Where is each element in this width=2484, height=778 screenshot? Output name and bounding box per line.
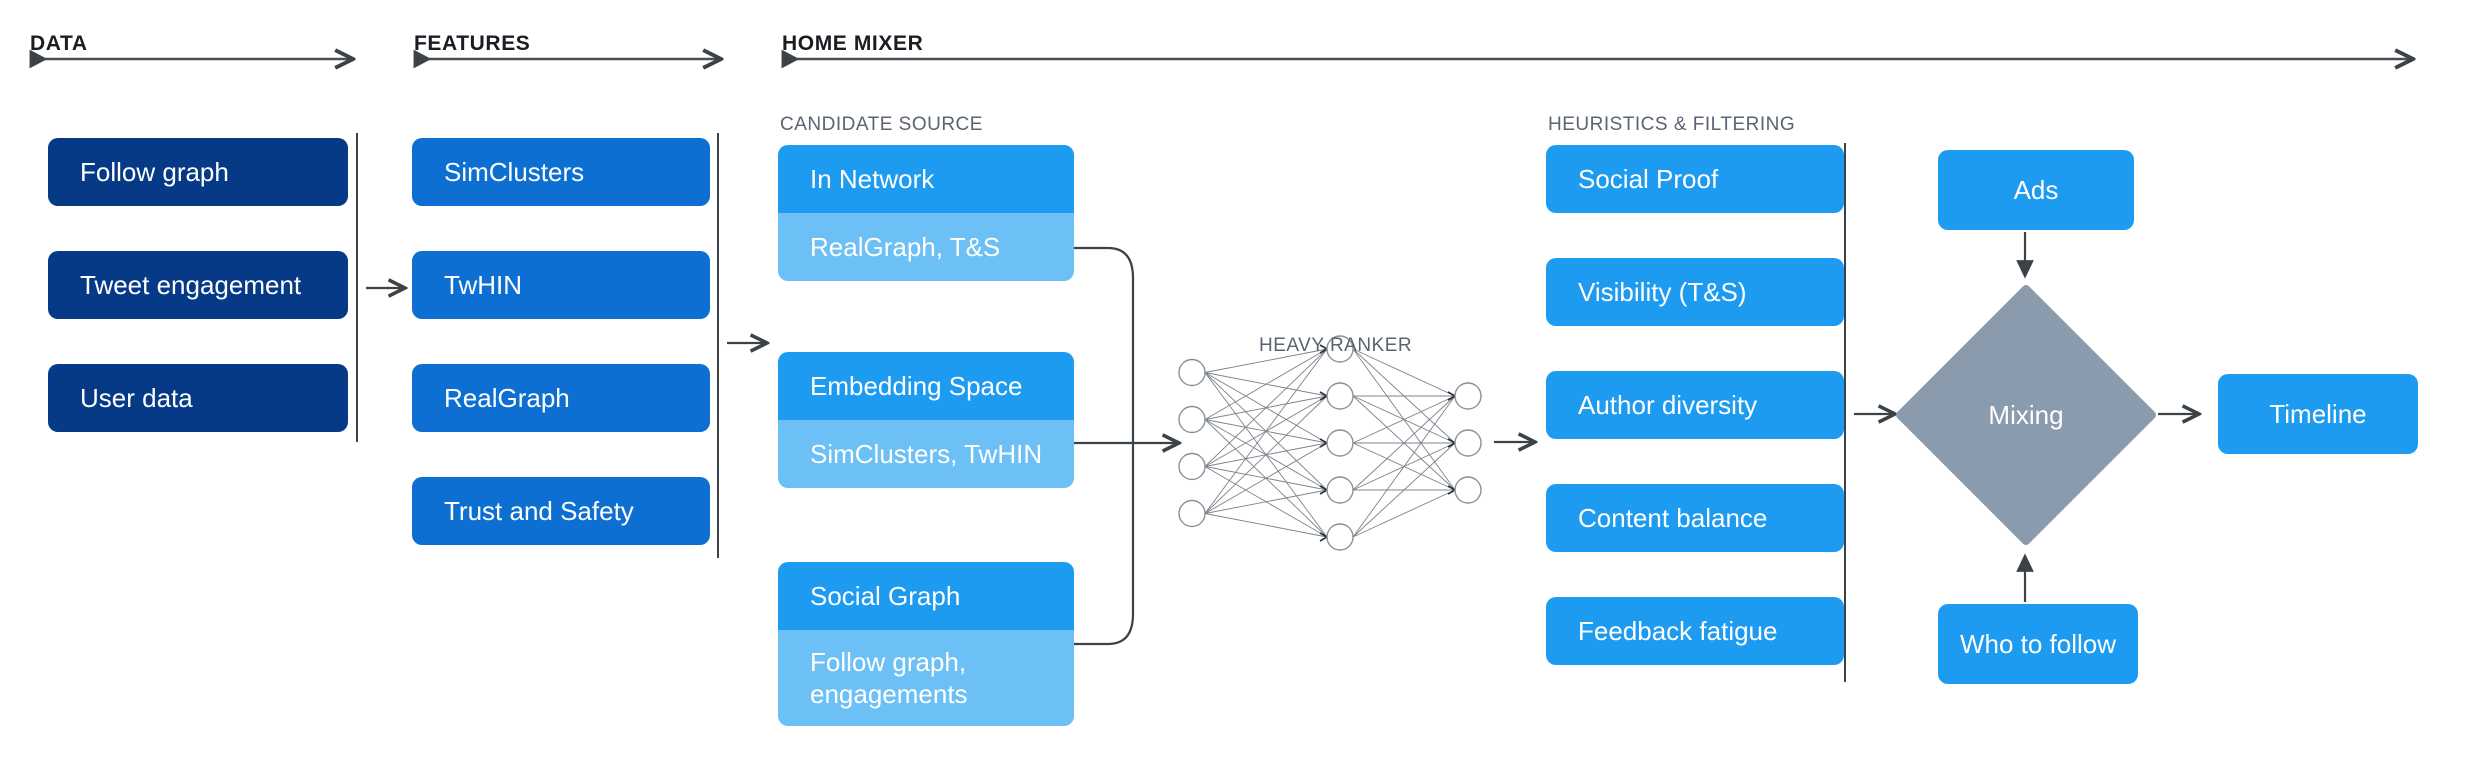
heuristic-box-content-balance[interactable]: Content balance [1546, 484, 1844, 552]
nn-edge-arrowhead [1319, 391, 1329, 401]
candidate-source-title: Social Graph [778, 562, 1074, 630]
nn-node [1178, 499, 1206, 528]
candidate-source-title: In Network [778, 145, 1074, 213]
nn-edge [1352, 489, 1456, 538]
heuristic-box-label: Visibility (T&S) [1578, 276, 1747, 307]
who-to-follow-label: Who to follow [1959, 628, 2117, 659]
heuristic-box-visibility[interactable]: Visibility (T&S) [1546, 258, 1844, 326]
timeline-label: Timeline [2269, 398, 2367, 429]
heuristic-box-label: Social Proof [1578, 163, 1719, 194]
nn-node [1454, 382, 1482, 410]
nn-node [1454, 476, 1482, 504]
nn-edge [1204, 395, 1328, 514]
candidate-source-subtitle: RealGraph, T&S [778, 213, 1074, 281]
candidate-source-card-embedding-space[interactable]: Embedding Space SimClusters, TwHIN [778, 352, 1074, 488]
mixing-diamond[interactable]: Mixing [1896, 285, 2156, 545]
candidate-source-subtitle: SimClusters, TwHIN [778, 420, 1074, 488]
feature-box-label: SimClusters [444, 156, 585, 187]
data-box-user-data[interactable]: User data [48, 364, 348, 432]
feature-box-twhin[interactable]: TwHIN [412, 251, 710, 319]
data-box-tweet-engagement[interactable]: Tweet engagement [48, 251, 348, 319]
nn-node [1178, 452, 1206, 481]
heavy-ranker-title: HEAVY RANKER [1259, 335, 1413, 356]
nn-edge [1352, 395, 1456, 538]
feature-box-realgraph[interactable]: RealGraph [412, 364, 710, 432]
heuristic-box-label: Author diversity [1578, 389, 1758, 420]
nn-edge [1204, 348, 1328, 514]
nn-edge-arrowhead [1319, 485, 1329, 495]
heuristic-box-label: Feedback fatigue [1578, 615, 1778, 646]
candidate-source-title: Embedding Space [778, 352, 1074, 420]
data-box-follow-graph[interactable]: Follow graph [48, 138, 348, 206]
heuristic-box-social-proof[interactable]: Social Proof [1546, 145, 1844, 213]
heavy-ranker-network [1178, 335, 1482, 551]
data-box-label: User data [80, 382, 193, 413]
subsection-title-heuristics: HEURISTICS & FILTERING [1548, 114, 1796, 135]
heuristic-box-author-diversity[interactable]: Author diversity [1546, 371, 1844, 439]
nn-node [1326, 523, 1354, 551]
candidate-source-subtitle-text: Follow graph, engagements [810, 646, 968, 710]
nn-node [1454, 429, 1482, 457]
candidate-source-subtitle: Follow graph, engagements [778, 630, 1074, 726]
nn-edge-arrowhead [1319, 438, 1329, 448]
nn-edge [1204, 348, 1328, 420]
feature-box-simclusters[interactable]: SimClusters [412, 138, 710, 206]
data-box-label: Tweet engagement [80, 269, 302, 300]
nn-edge [1204, 442, 1328, 514]
diagram-canvas: DATA FEATURES HOME MIXER Follow graph Tw… [0, 0, 2484, 778]
feature-box-label: RealGraph [444, 382, 570, 413]
ads-box[interactable]: Ads [1938, 150, 2134, 230]
timeline-box[interactable]: Timeline [2218, 374, 2418, 454]
mixing-diamond-label: Mixing [1988, 399, 2064, 430]
nn-node [1178, 405, 1206, 434]
who-to-follow-box[interactable]: Who to follow [1938, 604, 2138, 684]
ads-box-label: Ads [2013, 174, 2059, 205]
feature-box-label: Trust and Safety [444, 495, 634, 526]
nn-node [1326, 429, 1354, 457]
nn-node [1178, 358, 1206, 387]
candidate-source-card-in-network[interactable]: In Network RealGraph, T&S [778, 145, 1074, 281]
candidate-source-card-social-graph[interactable]: Social Graph Follow graph, engagements [778, 562, 1074, 726]
subsection-title-candidate-source: CANDIDATE SOURCE [780, 114, 983, 135]
nn-node [1326, 476, 1354, 504]
nn-node [1326, 382, 1354, 410]
candidate-source-brace [1073, 246, 1135, 646]
nn-edge [1204, 348, 1328, 467]
nn-edge [1204, 513, 1328, 538]
nn-edge [1204, 489, 1328, 514]
feature-box-label: TwHIN [444, 269, 522, 300]
heuristic-box-label: Content balance [1578, 502, 1768, 533]
heuristic-box-feedback-fatigue[interactable]: Feedback fatigue [1546, 597, 1844, 665]
data-box-label: Follow graph [80, 156, 229, 187]
nn-edge-arrowhead [1319, 532, 1329, 542]
feature-box-trust-and-safety[interactable]: Trust and Safety [412, 477, 710, 545]
